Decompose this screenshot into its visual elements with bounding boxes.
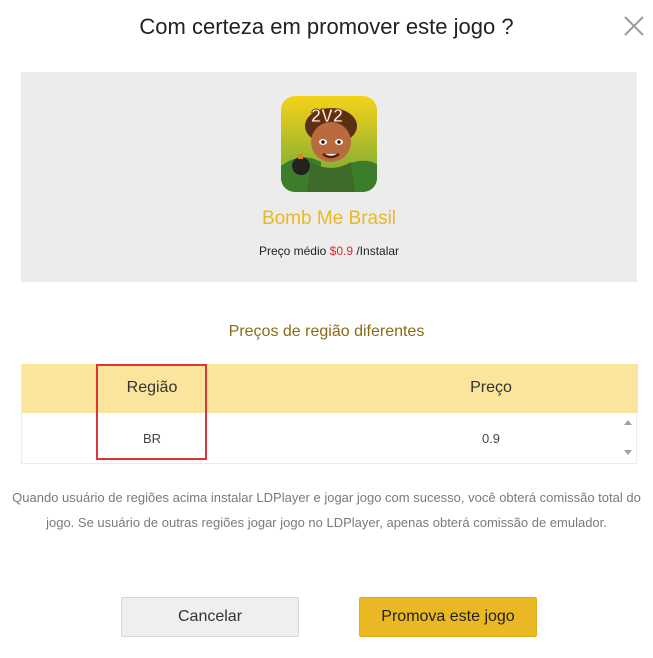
region-price-table: Região Preço BR 0.9 (21, 364, 638, 464)
promote-game-button[interactable]: Promova este jogo (359, 597, 537, 637)
cancel-button[interactable]: Cancelar (121, 597, 299, 637)
game-app-icon: 2V2 (281, 96, 377, 192)
row-region: BR (142, 431, 162, 446)
row-price: 0.9 (481, 431, 501, 446)
promote-game-dialog: Com certeza em promover este jogo ? 2V2 … (0, 0, 653, 658)
commission-note: Quando usuário de regiões acima instalar… (12, 490, 641, 530)
average-price: Preço médio $0.9 /Instalar (21, 244, 637, 258)
close-icon (624, 16, 644, 36)
close-button[interactable] (620, 12, 648, 40)
game-icon-badge: 2V2 (311, 106, 343, 126)
game-card: 2V2 Bomb Me Brasil Preço médio $0.9 /Ins… (21, 72, 637, 282)
column-header-price: Preço (470, 379, 512, 396)
dialog-title: Com certeza em promover este jogo ? (139, 14, 514, 39)
game-name: Bomb Me Brasil (261, 208, 397, 229)
regions-title: Preços de região diferentes (228, 323, 425, 340)
table-header: Região Preço (22, 364, 638, 413)
price-prefix: Preço médio (258, 244, 330, 258)
scroll-down-arrow-icon[interactable] (624, 450, 632, 455)
price-value: $0.9 (329, 244, 354, 258)
scroll-up-arrow-icon[interactable] (624, 420, 632, 425)
column-header-region: Região (126, 379, 178, 396)
table-row: BR 0.9 (22, 413, 621, 463)
table-scrollbar[interactable] (621, 413, 636, 463)
price-suffix: /Instalar (353, 244, 400, 258)
